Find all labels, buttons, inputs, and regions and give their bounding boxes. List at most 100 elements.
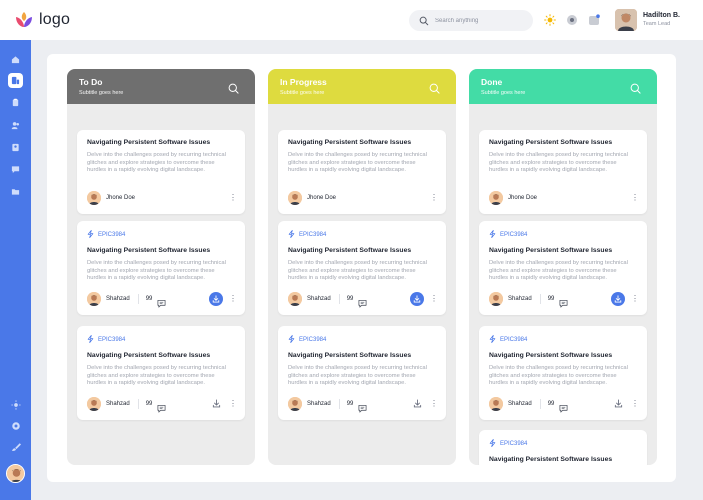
sidebar-item-brush[interactable] [8, 439, 23, 454]
record-icon[interactable] [566, 14, 578, 26]
column-title: To Do [79, 77, 103, 87]
card-description: Delve into the challenges posed by recur… [87, 365, 226, 387]
epic-tag[interactable]: EPIC3984 [288, 335, 436, 345]
more-options-icon[interactable]: ⋮ [229, 194, 237, 202]
sidebar-item-dashboard[interactable] [8, 73, 23, 88]
task-card[interactable]: EPIC3984 Navigating Persistent Software I… [479, 326, 647, 420]
task-card[interactable]: EPIC3984 Navigating Persistent Software I… [77, 221, 245, 315]
sidebar-item-messages[interactable] [8, 162, 23, 177]
assignee-avatar[interactable] [288, 397, 302, 411]
epic-tag[interactable]: EPIC3984 [489, 439, 637, 449]
card-footer: Shahzad 99 ⋮ [288, 397, 438, 413]
contact-icon [12, 143, 19, 152]
search-box[interactable] [409, 10, 533, 31]
download-button[interactable] [209, 397, 223, 411]
comment-icon[interactable] [559, 295, 568, 308]
card-footer: Jhone Doe ⋮ [489, 191, 639, 205]
assignee-avatar[interactable] [288, 191, 302, 205]
column-header: To Do Subtitle goes here [67, 69, 255, 104]
more-options-icon[interactable]: ⋮ [430, 295, 438, 303]
sidebar-avatar[interactable] [6, 464, 25, 483]
divider [137, 399, 139, 409]
task-card[interactable]: EPIC3984 Navigating Persistent Software I… [479, 430, 647, 465]
assignee-avatar[interactable] [489, 292, 503, 306]
sidebar-item-users[interactable] [8, 118, 23, 133]
sidebar-item-contacts[interactable] [8, 140, 23, 155]
comment-icon[interactable] [358, 295, 367, 308]
epic-label: EPIC3984 [98, 337, 126, 343]
task-card[interactable]: EPIC3984 Navigating Persistent Software I… [77, 326, 245, 420]
more-options-icon[interactable]: ⋮ [631, 400, 639, 408]
epic-label: EPIC3984 [299, 337, 327, 343]
epic-tag[interactable]: EPIC3984 [87, 335, 235, 345]
download-button[interactable] [410, 292, 424, 306]
epic-label: EPIC3984 [500, 337, 528, 343]
download-icon [614, 290, 622, 308]
task-card[interactable]: Navigating Persistent Software Issues Del… [278, 130, 446, 214]
user-avatar[interactable] [615, 9, 637, 31]
task-card[interactable]: Navigating Persistent Software Issues Del… [479, 130, 647, 214]
column-in-progress: In Progress Subtitle goes here Navigating … [268, 69, 456, 465]
download-button[interactable] [611, 397, 625, 411]
users-icon [11, 122, 20, 130]
download-button[interactable] [611, 292, 625, 306]
task-card[interactable]: EPIC3984 Navigating Persistent Software I… [278, 221, 446, 315]
card-title: Navigating Persistent Software Issues [87, 247, 211, 254]
sidebar-item-folders[interactable] [8, 184, 23, 199]
column-todo: To Do Subtitle goes here Navigating Persis… [67, 69, 255, 465]
task-card[interactable]: Navigating Persistent Software Issues Del… [77, 130, 245, 214]
brush-icon [11, 442, 21, 451]
assignee-avatar[interactable] [87, 397, 101, 411]
sidebar-item-home[interactable] [8, 52, 23, 67]
card-description: Delve into the challenges posed by recur… [87, 152, 226, 174]
card-footer: Shahzad 99 ⋮ [87, 292, 237, 308]
column-subtitle: Subtitle goes here [481, 90, 526, 96]
more-options-icon[interactable]: ⋮ [229, 400, 237, 408]
comment-icon[interactable] [559, 400, 568, 413]
notification-icon[interactable] [588, 14, 600, 26]
sidebar-item-theme[interactable] [8, 397, 23, 412]
comment-icon[interactable] [358, 400, 367, 413]
assignee-avatar[interactable] [489, 397, 503, 411]
column-header: Done Subtitle goes here [469, 69, 657, 104]
task-card[interactable]: EPIC3984 Navigating Persistent Software I… [278, 326, 446, 420]
epic-tag[interactable]: EPIC3984 [489, 335, 637, 345]
epic-tag[interactable]: EPIC3984 [288, 230, 436, 240]
download-button[interactable] [209, 292, 223, 306]
comment-icon[interactable] [157, 295, 166, 308]
card-footer: Shahzad 99 ⋮ [288, 292, 438, 308]
comment-count: 99 [346, 296, 354, 302]
epic-tag[interactable]: EPIC3984 [87, 230, 235, 240]
sidebar-item-record[interactable] [8, 418, 23, 433]
epic-tag[interactable]: EPIC3984 [489, 230, 637, 240]
card-title: Navigating Persistent Software Issues [489, 139, 613, 146]
search-input[interactable] [435, 17, 525, 24]
record-icon [11, 421, 20, 430]
task-card[interactable]: EPIC3984 Navigating Persistent Software I… [479, 221, 647, 315]
bolt-icon [288, 230, 295, 240]
assignee-avatar[interactable] [288, 292, 302, 306]
more-options-icon[interactable]: ⋮ [631, 194, 639, 202]
more-options-icon[interactable]: ⋮ [631, 295, 639, 303]
more-options-icon[interactable]: ⋮ [229, 295, 237, 303]
search-icon[interactable] [429, 81, 440, 94]
bolt-icon [489, 439, 496, 449]
comment-icon[interactable] [157, 400, 166, 413]
logo[interactable]: logo [14, 10, 70, 30]
more-options-icon[interactable]: ⋮ [430, 400, 438, 408]
comment-count: 99 [547, 401, 555, 407]
more-options-icon[interactable]: ⋮ [430, 194, 438, 202]
assignee-avatar[interactable] [87, 191, 101, 205]
search-icon[interactable] [228, 81, 239, 94]
epic-label: EPIC3984 [500, 232, 528, 238]
sun-icon[interactable] [544, 14, 556, 26]
divider [338, 294, 340, 304]
assignee-avatar[interactable] [87, 292, 101, 306]
sidebar-item-clipboard[interactable] [8, 95, 23, 110]
assignee-avatar[interactable] [489, 191, 503, 205]
search-icon[interactable] [630, 81, 641, 94]
comment-count: 99 [547, 296, 555, 302]
download-button[interactable] [410, 397, 424, 411]
bolt-icon [489, 335, 496, 345]
card-title: Navigating Persistent Software Issues [489, 247, 613, 254]
